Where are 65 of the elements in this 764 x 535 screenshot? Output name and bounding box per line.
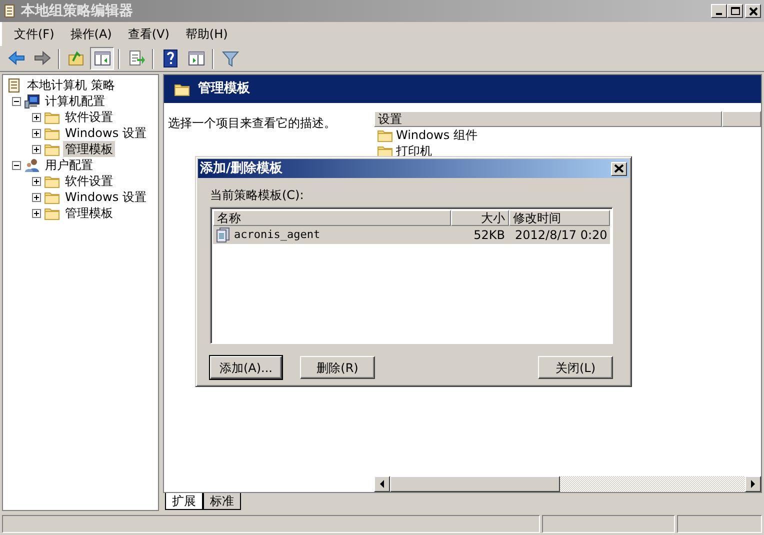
file-icon — [216, 227, 230, 243]
table-cell-text: 52KB — [472, 227, 506, 243]
pane-toggle-icon — [92, 49, 112, 68]
tree-item[interactable]: 计算机配置 — [43, 93, 107, 109]
maximize-icon — [728, 5, 742, 17]
description-text: 选择一个项目来查看它的描述。 — [168, 116, 336, 130]
minimize-button[interactable] — [711, 4, 727, 18]
dialog-title: 添加/删除模板 — [200, 160, 283, 176]
tree-item[interactable]: 管理模板 — [63, 141, 115, 157]
scroll-left-icon[interactable] — [378, 480, 386, 488]
close-button[interactable] — [611, 162, 627, 176]
column-header[interactable]: 名称 — [213, 210, 452, 226]
tree-item[interactable]: 软件设置 — [63, 109, 115, 125]
tree-item[interactable]: Windows 设置 — [63, 189, 148, 205]
scrollbar[interactable] — [374, 476, 761, 492]
window-title: 本地组策略编辑器 — [21, 3, 133, 19]
users-icon — [24, 157, 40, 173]
help-icon — [160, 49, 180, 68]
list-row[interactable]: acronis_agent 52KB 2012/8/17 0:20 — [213, 226, 610, 244]
filter-icon — [220, 49, 240, 68]
expand-icon[interactable] — [32, 144, 41, 154]
expand-icon[interactable] — [32, 128, 41, 138]
tree-item[interactable]: 软件设置 — [63, 173, 115, 189]
dialog-button[interactable]: 关闭(L) — [538, 356, 613, 379]
expand-icon[interactable] — [32, 112, 41, 122]
computer-icon — [24, 93, 40, 109]
export-list-icon — [126, 49, 146, 68]
scroll-right-icon[interactable] — [749, 480, 757, 488]
tree-item[interactable]: 管理模板 — [63, 205, 115, 221]
forward-arrow-icon — [32, 49, 52, 68]
column-header[interactable]: 设置 — [374, 111, 722, 127]
expand-icon[interactable] — [32, 208, 41, 218]
close-button[interactable] — [745, 4, 761, 18]
back-arrow-icon — [6, 49, 26, 68]
column-header[interactable] — [722, 111, 761, 127]
minimize-icon — [716, 13, 722, 15]
panel-icon — [186, 49, 206, 68]
toolbar-button[interactable] — [90, 47, 114, 70]
expand-icon[interactable] — [32, 192, 41, 202]
column-header[interactable]: 大小 — [451, 210, 509, 226]
collapse-icon[interactable] — [12, 96, 21, 106]
folder-up-icon — [66, 49, 86, 68]
menu-item[interactable]: 查看(V) — [120, 26, 178, 42]
tree-item[interactable]: 本地计算机 策略 — [25, 77, 117, 93]
column-header[interactable]: 修改时间 — [508, 210, 610, 226]
menu-item[interactable]: 操作(A) — [62, 26, 120, 42]
maximize-button[interactable] — [727, 4, 743, 18]
expand-icon[interactable] — [32, 176, 41, 186]
list-item[interactable]: Windows 组件 — [396, 127, 478, 143]
tree-item[interactable]: 用户配置 — [43, 157, 95, 173]
table-cell-text: 2012/8/17 0:20 — [514, 227, 608, 243]
tab[interactable]: 扩展 — [165, 493, 203, 510]
document-icon — [3, 3, 17, 19]
table-cell: acronis_agent — [234, 227, 320, 243]
tab[interactable]: 标准 — [203, 493, 241, 510]
tree-item[interactable]: Windows 设置 — [63, 125, 148, 141]
dialog-button[interactable]: 删除(R) — [300, 356, 375, 379]
menu-item[interactable]: 文件(F) — [6, 26, 62, 42]
close-icon — [746, 5, 760, 17]
list-label: 当前策略模板(C): — [210, 187, 305, 203]
panel-title: 管理模板 — [198, 81, 250, 97]
menu-item[interactable]: 帮助(H) — [177, 26, 236, 42]
collapse-icon[interactable] — [12, 160, 21, 170]
dialog-button[interactable]: 添加(A)... — [210, 356, 282, 379]
policy-icon — [6, 77, 22, 93]
